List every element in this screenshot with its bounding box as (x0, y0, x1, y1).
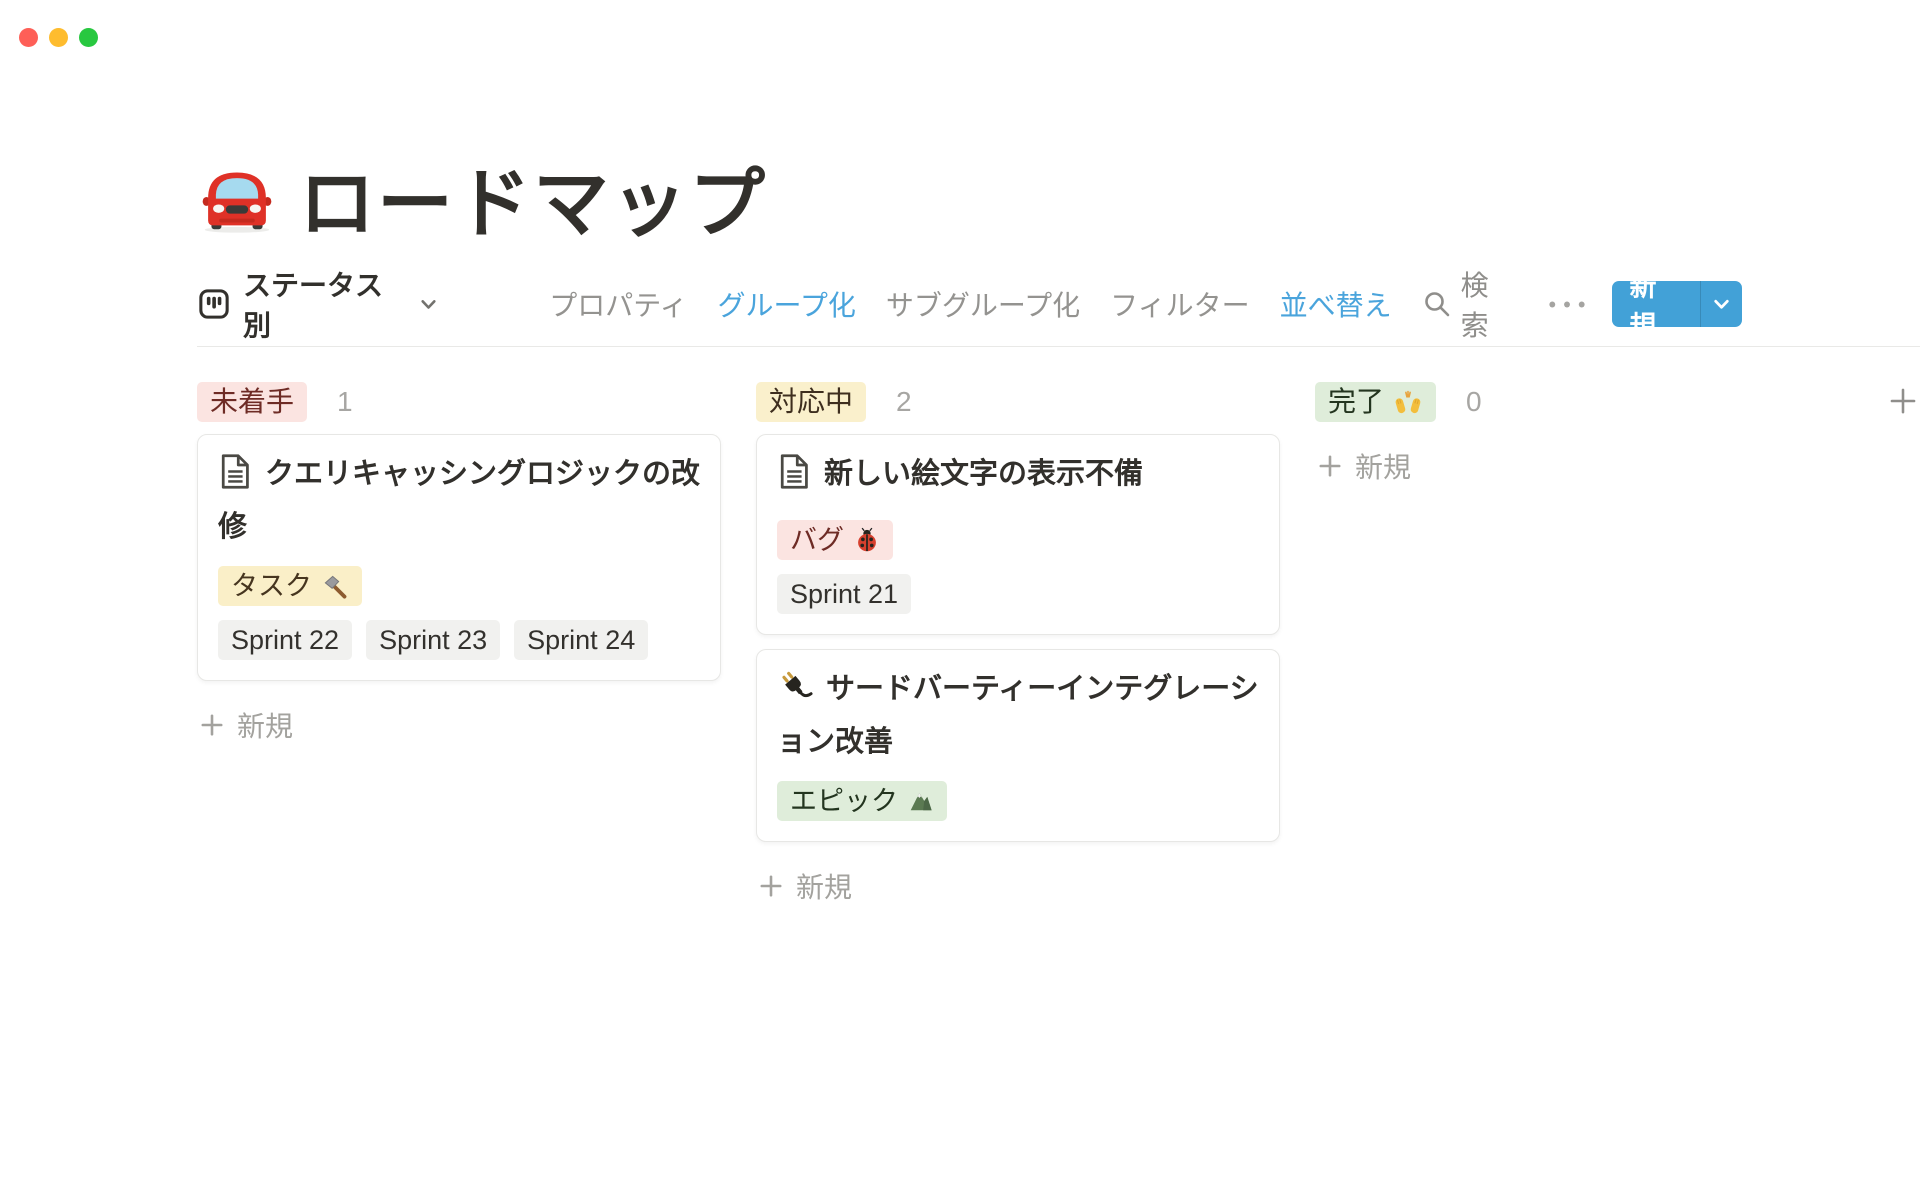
new-button-label[interactable]: 新規 (1612, 281, 1700, 327)
raising-hands-icon (1393, 388, 1423, 416)
status-label: 完了 (1328, 386, 1384, 418)
zoom-window-button[interactable] (79, 28, 98, 47)
card-tag-row: エピック (777, 765, 1259, 821)
plus-icon (199, 712, 225, 738)
plus-icon (758, 873, 784, 899)
search-button[interactable]: 検索 (1422, 264, 1516, 344)
chevron-down-icon (1714, 299, 1729, 310)
menu-properties[interactable]: プロパティ (549, 284, 687, 324)
plus-icon (1889, 387, 1917, 415)
search-label: 検索 (1461, 264, 1516, 344)
card-title: クエリキャッシングロジックの改修 (218, 451, 700, 550)
plug-emoji-icon (777, 669, 813, 719)
column-header: 対応中 2 (756, 382, 1280, 422)
add-card-label: 新規 (796, 866, 852, 906)
card-sprint-row: Sprint 21 (777, 574, 1259, 614)
board-card[interactable]: 新しい絵文字の表示不備 バグ (756, 434, 1280, 635)
add-card-button[interactable]: 新規 (756, 866, 1280, 906)
sprint-badge: Sprint 22 (218, 620, 352, 660)
tag-task: タスク (218, 566, 362, 606)
board-column-done: 完了 (1315, 382, 1839, 486)
page-header: ロードマップ (197, 142, 767, 252)
menu-filter[interactable]: フィルター (1110, 284, 1249, 324)
card-title-text: サードバーティーインテグレーション改善 (777, 673, 1259, 758)
column-count: 0 (1466, 386, 1482, 418)
sprint-badge: Sprint 24 (514, 620, 648, 660)
plus-icon (1317, 453, 1343, 479)
sprint-badge: Sprint 21 (777, 574, 911, 614)
board-view-icon (197, 287, 231, 321)
status-badge[interactable]: 対応中 (756, 382, 866, 422)
status-label: 未着手 (210, 386, 294, 418)
new-button-dropdown[interactable] (1700, 281, 1742, 327)
more-options-button[interactable] (1546, 299, 1588, 310)
tag-epic: エピック (777, 781, 947, 821)
board-card[interactable]: サードバーティーインテグレーション改善 エピック (756, 649, 1280, 842)
sprint-badge: Sprint 23 (366, 620, 500, 660)
toolbar-divider (197, 346, 1920, 347)
minimize-window-button[interactable] (49, 28, 68, 47)
window-controls (19, 28, 98, 47)
add-card-label: 新規 (1355, 446, 1411, 486)
add-group-button[interactable] (1889, 387, 1917, 415)
menu-subgroup-by[interactable]: サブグループ化 (886, 284, 1080, 324)
tag-bug: バグ (777, 520, 893, 560)
card-title: 新しい絵文字の表示不備 (777, 451, 1259, 504)
close-window-button[interactable] (19, 28, 38, 47)
more-options-icon (1546, 299, 1588, 310)
column-header: 完了 (1315, 382, 1839, 422)
board-column-in-progress: 対応中 2 新しい絵文字の表示不備 バグ (756, 382, 1280, 906)
card-tag-row: バグ (777, 504, 1259, 560)
status-badge[interactable]: 完了 (1315, 382, 1436, 422)
view-name: ステータス別 (243, 264, 408, 344)
status-badge[interactable]: 未着手 (197, 382, 307, 422)
menu-sort[interactable]: 並べ替え (1280, 284, 1392, 324)
column-count: 1 (337, 386, 353, 418)
board-card[interactable]: クエリキャッシングロジックの改修 タスク Sprint 22 Sprint 23… (197, 434, 721, 681)
hammer-icon (322, 573, 349, 600)
card-title: サードバーティーインテグレーション改善 (777, 666, 1259, 765)
tag-label: バグ (790, 524, 844, 556)
board-column-not-started: 未着手 1 クエリキャッシングロジックの改修 タスク (197, 382, 721, 745)
tag-label: タスク (231, 570, 312, 602)
status-label: 対応中 (769, 386, 853, 418)
view-toolbar: ステータス別 プロパティ グループ化 サブグループ化 フィルター 並べ替え 検索 (197, 280, 1742, 328)
column-count: 2 (896, 386, 912, 418)
page-icon (777, 453, 811, 504)
view-selector[interactable]: ステータス別 (197, 264, 437, 344)
card-title-text: 新しい絵文字の表示不備 (824, 458, 1143, 490)
card-title-text: クエリキャッシングロジックの改修 (218, 458, 700, 543)
view-options-menu: プロパティ グループ化 サブグループ化 フィルター 並べ替え (549, 284, 1391, 324)
ladybug-icon (854, 527, 880, 553)
menu-group-by[interactable]: グループ化 (718, 284, 856, 324)
mountain-icon (908, 788, 934, 814)
red-car-emoji-icon[interactable] (197, 160, 277, 234)
card-sprint-row: Sprint 22 Sprint 23 Sprint 24 (218, 620, 700, 660)
card-tag-row: タスク (218, 550, 700, 606)
tag-label: エピック (790, 785, 898, 817)
add-card-button[interactable]: 新規 (1315, 446, 1839, 486)
add-card-label: 新規 (237, 705, 293, 745)
search-icon (1422, 289, 1452, 319)
page-icon (218, 453, 252, 504)
chevron-down-icon (420, 298, 437, 311)
new-record-button[interactable]: 新規 (1612, 281, 1742, 327)
add-card-button[interactable]: 新規 (197, 705, 721, 745)
page-title[interactable]: ロードマップ (299, 142, 767, 252)
column-header: 未着手 1 (197, 382, 721, 422)
